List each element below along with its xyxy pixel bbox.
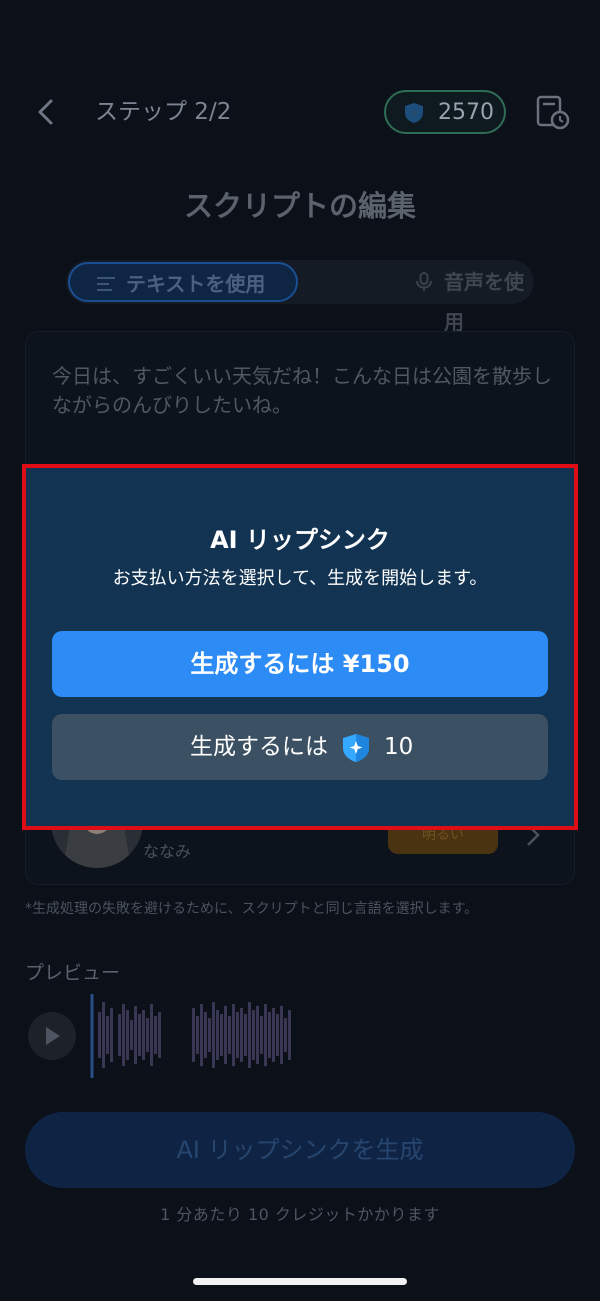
text-lines-icon xyxy=(97,277,115,291)
credit-count: 2570 xyxy=(438,100,494,125)
preview-label: プレビュー xyxy=(25,962,121,984)
credit-balance[interactable]: 2570 xyxy=(384,90,506,134)
generate-lipsync-button[interactable]: AI リップシンクを生成 xyxy=(25,1112,575,1188)
cost-note: 1 分あたり 10 クレジットかかります xyxy=(160,1205,440,1224)
modal-title: AI リップシンク xyxy=(210,526,390,554)
pay-with-cash-button[interactable]: 生成するには ¥150 xyxy=(52,631,548,697)
credit-shield-icon xyxy=(405,103,423,123)
play-button[interactable] xyxy=(28,1012,76,1060)
script-text[interactable]: 今日は、すごくいい天気だね！こんな日は公園を散歩しながらのんびりしたいね。 xyxy=(52,362,552,420)
home-indicator xyxy=(193,1278,407,1285)
modal-subtitle: お支払い方法を選択して、生成を開始します。 xyxy=(112,568,488,589)
screen: ステップ 2/2 2570 スクリプトの編集 テキストを使用 音声を使用 今日は… xyxy=(0,0,600,1301)
tab-use-text[interactable]: テキストを使用 xyxy=(68,262,298,302)
payment-modal: AI リップシンク お支払い方法を選択して、生成を開始します。 生成するには ¥… xyxy=(26,468,574,826)
back-icon[interactable] xyxy=(30,96,62,128)
tab-use-voice[interactable]: 音声を使用 xyxy=(302,262,532,334)
tab-label: 音声を使用 xyxy=(444,270,524,334)
credit-shield-icon xyxy=(343,734,369,762)
play-icon xyxy=(46,1027,60,1045)
input-mode-tabs: テキストを使用 音声を使用 xyxy=(66,260,534,334)
microphone-icon xyxy=(416,272,432,291)
tab-label: テキストを使用 xyxy=(126,272,266,296)
step-indicator: ステップ 2/2 xyxy=(95,99,232,125)
header: ステップ 2/2 2570 xyxy=(0,80,600,144)
page-title: スクリプトの編集 xyxy=(183,189,416,223)
audio-waveform[interactable] xyxy=(88,990,318,1080)
pay-credits-amount: 10 xyxy=(384,734,414,760)
pay-with-credits-button[interactable]: 生成するには 10 xyxy=(52,714,548,780)
language-note: *生成処理の失敗を避けるために、スクリプトと同じ言語を選択します。 xyxy=(25,901,479,917)
history-icon[interactable] xyxy=(536,94,570,130)
voice-name: ななみ xyxy=(143,842,192,861)
pay-credits-label: 生成するには xyxy=(190,734,328,760)
